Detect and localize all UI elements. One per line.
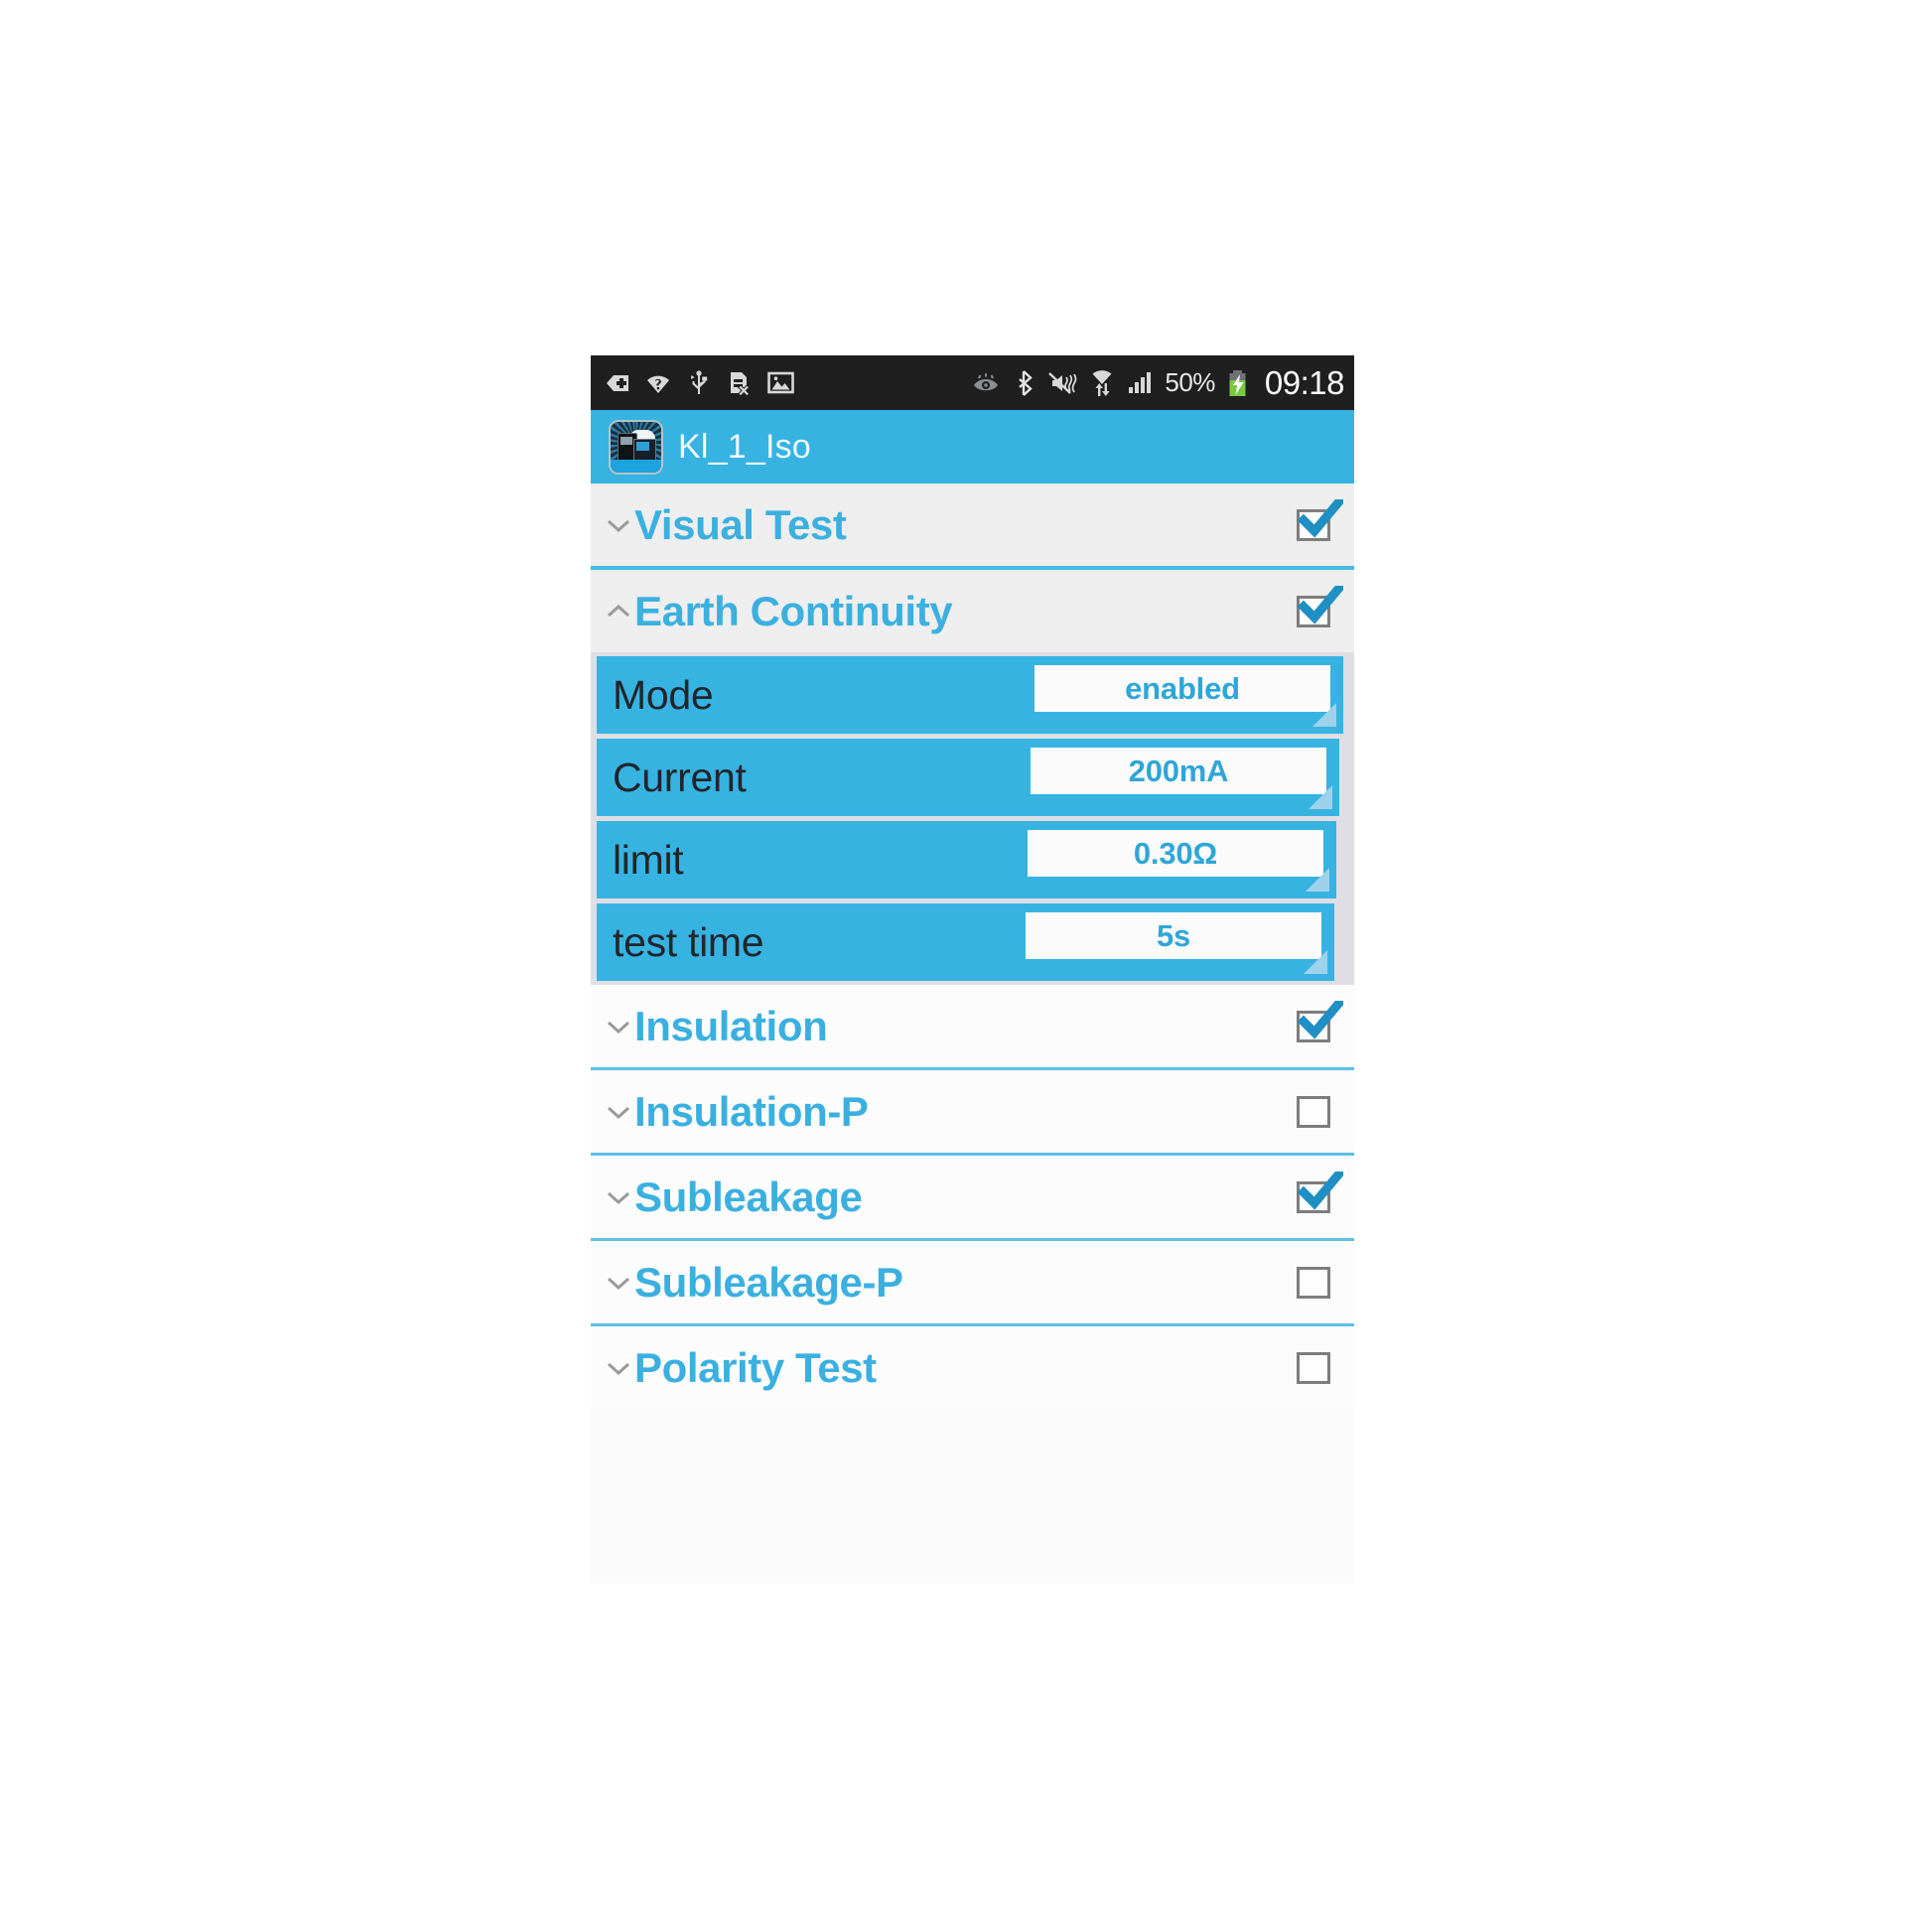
usb-icon bbox=[684, 368, 714, 398]
current-spinner[interactable]: 200mA bbox=[1031, 748, 1326, 794]
limit-spinner[interactable]: 0.30Ω bbox=[1028, 830, 1323, 877]
section-label: Insulation-P bbox=[634, 1087, 869, 1135]
setting-row-current[interactable]: Current 200mA bbox=[597, 739, 1339, 816]
section-label: Subleakage bbox=[634, 1173, 863, 1220]
section-label: Insulation bbox=[634, 1002, 828, 1049]
test-sections-list: Visual Test Earth Continuity Mode enable… bbox=[591, 483, 1354, 1409]
setting-value: 200mA bbox=[1128, 753, 1229, 788]
sidebar-item-polarity-test[interactable]: Polarity Test bbox=[591, 1326, 1354, 1409]
wifi-transfer-icon bbox=[1087, 368, 1117, 398]
setting-label: Current bbox=[613, 754, 747, 800]
status-bar-right-icons: 50% 09:18 bbox=[971, 363, 1345, 402]
eye-smart-stay-icon bbox=[971, 368, 1001, 398]
battery-percent-label: 50% bbox=[1165, 367, 1215, 397]
sim-error-icon bbox=[725, 368, 755, 398]
signal-bars-icon bbox=[1126, 368, 1156, 398]
sidebar-item-insulation[interactable]: Insulation bbox=[591, 985, 1354, 1067]
setting-row-mode[interactable]: Mode enabled bbox=[597, 656, 1343, 734]
setting-value: 5s bbox=[1156, 917, 1191, 953]
setting-label: limit bbox=[613, 836, 684, 883]
status-bar-left-icons bbox=[603, 368, 795, 398]
bluetooth-icon bbox=[1010, 368, 1039, 398]
wifi-question-icon bbox=[643, 368, 673, 398]
setting-label: test time bbox=[613, 918, 764, 965]
status-badge-checkbox[interactable] bbox=[1297, 585, 1343, 627]
app-bar: Kl_1_Iso bbox=[591, 410, 1354, 483]
chevron-down-icon[interactable] bbox=[605, 1354, 632, 1382]
back-plus-icon bbox=[603, 368, 632, 398]
status-badge-checkbox[interactable] bbox=[1297, 1351, 1330, 1384]
section-label: Earth Continuity bbox=[634, 587, 953, 634]
status-bar: 50% 09:18 bbox=[591, 355, 1354, 410]
battery-charging-icon bbox=[1224, 368, 1254, 398]
earth-continuity-settings-group: Mode enabled Current 200mA limit 0.30Ω t… bbox=[591, 652, 1354, 985]
status-bar-clock: 09:18 bbox=[1264, 363, 1345, 401]
status-badge-checkbox[interactable] bbox=[1297, 498, 1343, 541]
setting-value: enabled bbox=[1125, 670, 1240, 706]
chevron-down-icon[interactable] bbox=[605, 1269, 632, 1297]
chevron-down-icon[interactable] bbox=[605, 1183, 632, 1211]
section-label: Polarity Test bbox=[634, 1343, 877, 1391]
status-badge-checkbox[interactable] bbox=[1297, 1171, 1343, 1213]
phone-screen: 50% 09:18 Kl_1_Iso Visual Test Earth Con… bbox=[591, 355, 1354, 1584]
app-title: Kl_1_Iso bbox=[678, 427, 811, 466]
test-time-spinner[interactable]: 5s bbox=[1026, 912, 1321, 959]
spinner-triangle-icon bbox=[1309, 785, 1332, 809]
sidebar-item-subleakage-p[interactable]: Subleakage-P bbox=[591, 1241, 1354, 1323]
status-badge-checkbox[interactable] bbox=[1297, 1266, 1330, 1299]
chevron-down-icon[interactable] bbox=[605, 1013, 632, 1040]
spinner-triangle-icon bbox=[1304, 950, 1327, 974]
setting-label: Mode bbox=[613, 671, 714, 718]
spinner-triangle-icon bbox=[1306, 868, 1329, 892]
status-badge-checkbox[interactable] bbox=[1297, 1095, 1330, 1128]
chevron-down-icon[interactable] bbox=[605, 1098, 632, 1126]
sidebar-item-insulation-p[interactable]: Insulation-P bbox=[591, 1070, 1354, 1153]
sidebar-item-earth-continuity[interactable]: Earth Continuity bbox=[591, 570, 1354, 652]
sidebar-item-subleakage[interactable]: Subleakage bbox=[591, 1156, 1354, 1238]
spinner-triangle-icon bbox=[1312, 703, 1336, 727]
setting-row-limit[interactable]: limit 0.30Ω bbox=[597, 821, 1336, 898]
setting-value: 0.30Ω bbox=[1133, 835, 1218, 871]
setting-row-test-time[interactable]: test time 5s bbox=[597, 903, 1334, 981]
section-label: Subleakage-P bbox=[634, 1258, 903, 1306]
app-launcher-icon bbox=[609, 419, 663, 475]
chevron-up-icon[interactable] bbox=[605, 598, 632, 625]
status-badge-checkbox[interactable] bbox=[1297, 1000, 1343, 1042]
section-label: Visual Test bbox=[634, 500, 847, 548]
sidebar-item-visual-test[interactable]: Visual Test bbox=[591, 483, 1354, 566]
sound-mute-vibrate-icon bbox=[1048, 368, 1078, 398]
chevron-down-icon[interactable] bbox=[605, 511, 632, 539]
image-icon bbox=[765, 368, 795, 398]
mode-spinner[interactable]: enabled bbox=[1035, 665, 1330, 712]
